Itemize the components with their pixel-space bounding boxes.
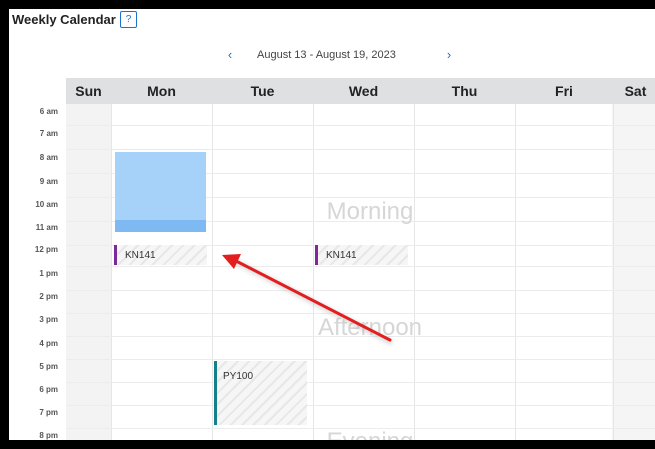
annotation-arrow-icon [222, 254, 394, 346]
